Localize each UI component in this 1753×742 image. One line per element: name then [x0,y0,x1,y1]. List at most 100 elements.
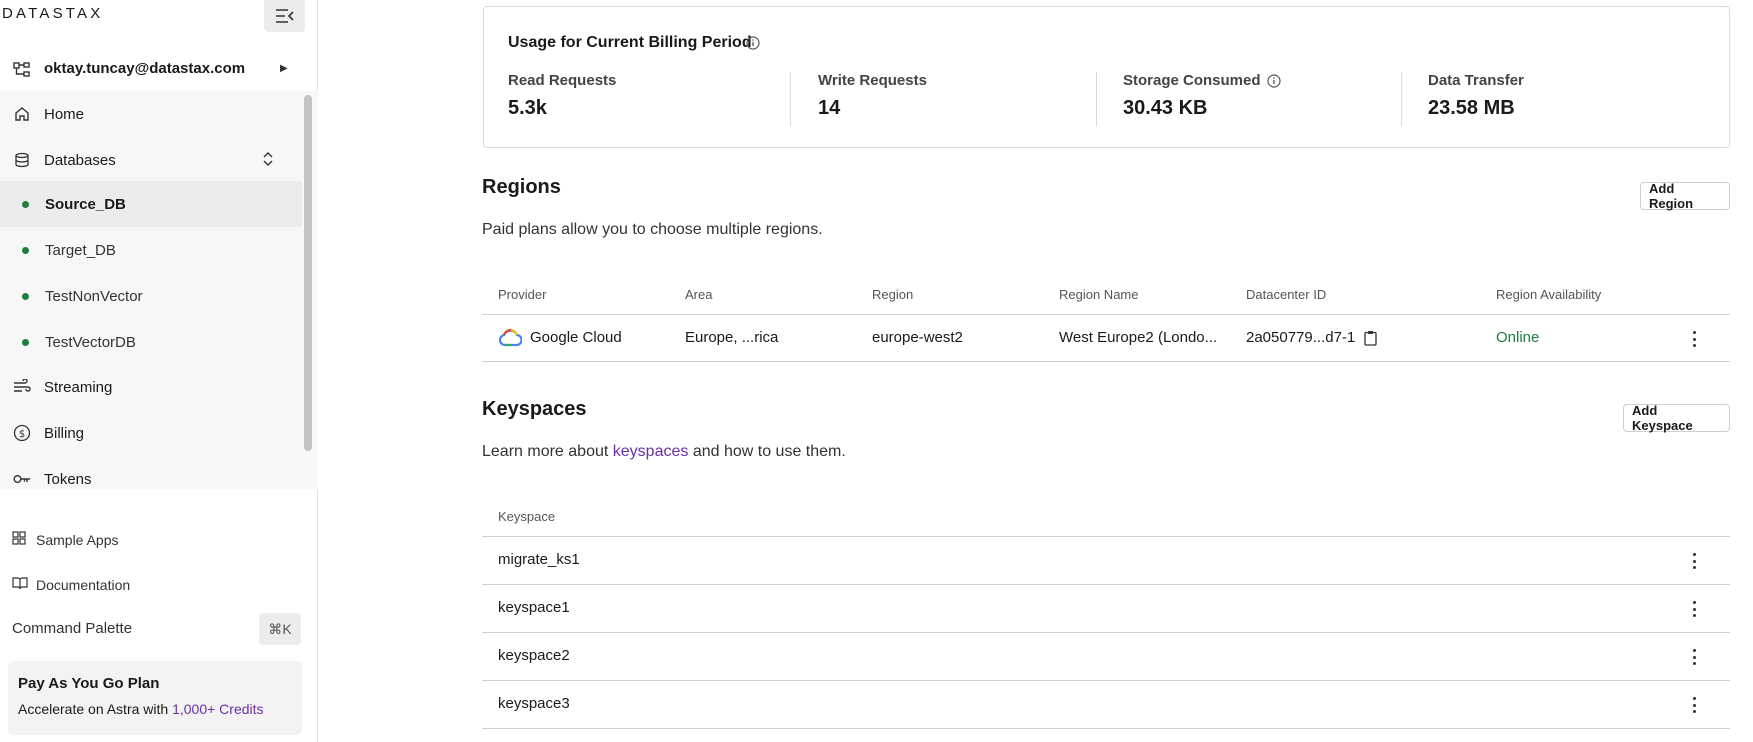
billing-icon: $ [13,424,31,442]
key-icon [13,470,31,488]
command-palette-shortcut: ⌘K [259,613,301,645]
sidebar-item-label: Target_DB [45,241,116,259]
metric-storage-consumed: Storage Consumed 30.43 KB [1123,72,1281,126]
sidebar-item-tokens[interactable]: Tokens [0,456,302,502]
org-switcher[interactable]: oktay.tuncay@datastax.com ▶ [0,49,305,91]
col-keyspace[interactable]: Keyspace [498,509,555,524]
home-icon [13,105,31,123]
divider [1096,72,1097,126]
chevron-collapse-icon[interactable] [262,151,274,169]
row-actions-icon[interactable] [1690,601,1698,617]
sidebar-item-databases[interactable]: Databases [0,137,302,183]
row-actions-icon[interactable] [1690,697,1698,713]
sidebar-item-label: Streaming [44,378,113,396]
svg-text:$: $ [19,429,25,440]
app-root: DATASTAX oktay.tuncay@datastax.com ▶ Hom… [0,0,1753,742]
col-region[interactable]: Region [872,287,913,302]
sidebar-item-streaming[interactable]: Streaming [0,364,302,410]
plan-card: Pay As You Go Plan Accelerate on Astra w… [8,661,302,735]
metric-value: 5.3k [508,97,547,119]
sidebar-item-label: Home [44,105,85,123]
regions-description: Paid plans allow you to choose multiple … [482,221,823,238]
sidebar-item-label: Billing [44,424,85,442]
table-divider [482,536,1730,537]
keyspaces-title: Keyspaces [482,398,587,420]
sidebar-item-source-db[interactable]: Source_DB [0,181,302,227]
sidebar-item-label: TestVectorDB [45,333,136,351]
metric-write-requests: Write Requests 14 [818,72,927,126]
table-divider [482,632,1730,633]
caret-right-icon: ▶ [280,63,288,74]
metric-label-row: Storage Consumed [1123,72,1281,89]
documentation-label: Documentation [36,577,131,593]
keyspace-name: keyspace2 [498,647,570,664]
keyspace-name: migrate_ks1 [498,551,580,568]
metric-data-transfer: Data Transfer 23.58 MB [1428,72,1524,126]
credits-link[interactable]: 1,000+ Credits [172,701,263,717]
sidebar-item-label: Tokens [44,470,92,488]
metric-read-requests: Read Requests 5.3k [508,72,616,126]
add-region-button[interactable]: Add Region [1640,181,1730,211]
keyspaces-docs-link[interactable]: keyspaces [613,443,689,460]
plan-title: Pay As You Go Plan [18,675,160,692]
streaming-icon [13,378,31,396]
table-divider [482,680,1730,681]
plan-desc-text: Accelerate on Astra with [18,701,169,717]
metric-value: 23.58 MB [1428,97,1515,119]
col-region-name[interactable]: Region Name [1059,287,1139,302]
table-divider [482,314,1730,315]
desc-suffix: and how to use them. [692,443,846,460]
info-icon[interactable] [1266,73,1281,88]
sidebar: DATASTAX oktay.tuncay@datastax.com ▶ Hom… [0,0,318,742]
collapse-menu-icon [275,9,294,23]
info-icon[interactable] [746,36,760,50]
usage-title: Usage for Current Billing Period [508,34,752,51]
clipboard-icon[interactable] [1364,330,1377,346]
sidebar-item-home[interactable]: Home [0,91,302,137]
row-actions-icon[interactable] [1690,331,1698,347]
col-provider[interactable]: Provider [498,287,546,302]
collapse-sidebar-button[interactable] [264,0,305,32]
plan-description: Accelerate on Astra with 1,000+ Credits [18,701,264,717]
sidebar-item-billing[interactable]: $ Billing [0,410,302,456]
metric-label: Write Requests [818,72,927,89]
area-cell: Europe, ...rica [685,329,779,346]
database-icon [13,151,31,169]
col-region-availability[interactable]: Region Availability [1496,287,1601,302]
add-keyspace-button[interactable]: Add Keyspace [1623,403,1730,433]
col-area[interactable]: Area [685,287,712,302]
sidebar-item-testvectordb[interactable]: TestVectorDB [0,319,302,365]
divider [1401,72,1402,126]
metric-value: 14 [818,97,841,119]
metric-value: 30.43 KB [1123,97,1208,119]
usage-card: Usage for Current Billing Period Read Re… [483,6,1730,148]
metric-label: Read Requests [508,72,617,89]
desc-prefix: Learn more about [482,443,609,460]
regions-title: Regions [482,176,561,198]
status-dot [22,292,29,300]
sample-apps-link[interactable]: Sample Apps [0,520,302,560]
sidebar-scrollbar[interactable] [304,95,312,451]
keyspace-name: keyspace3 [498,695,570,712]
google-cloud-icon [498,328,522,347]
command-palette-button[interactable]: Command Palette [12,620,132,637]
status-dot [22,246,29,254]
grid-icon [12,530,26,550]
table-divider [482,361,1730,362]
status-dot [22,200,29,208]
metric-label: Storage Consumed [1123,72,1261,89]
datacenter-id-cell: 2a050779...d7-1 [1246,329,1356,346]
sidebar-item-target-db[interactable]: Target_DB [0,227,302,273]
status-dot [22,338,29,346]
table-divider [482,728,1730,729]
documentation-link[interactable]: Documentation [0,565,302,605]
provider-cell: Google Cloud [530,329,622,346]
sidebar-item-label: Source_DB [45,195,126,213]
row-actions-icon[interactable] [1690,553,1698,569]
sample-apps-label: Sample Apps [36,532,119,548]
row-actions-icon[interactable] [1690,649,1698,665]
sidebar-item-testnonvector[interactable]: TestNonVector [0,273,302,319]
region-name-cell: West Europe2 (Londo... [1059,329,1218,346]
keyspace-name: keyspace1 [498,599,570,616]
col-datacenter-id[interactable]: Datacenter ID [1246,287,1326,302]
